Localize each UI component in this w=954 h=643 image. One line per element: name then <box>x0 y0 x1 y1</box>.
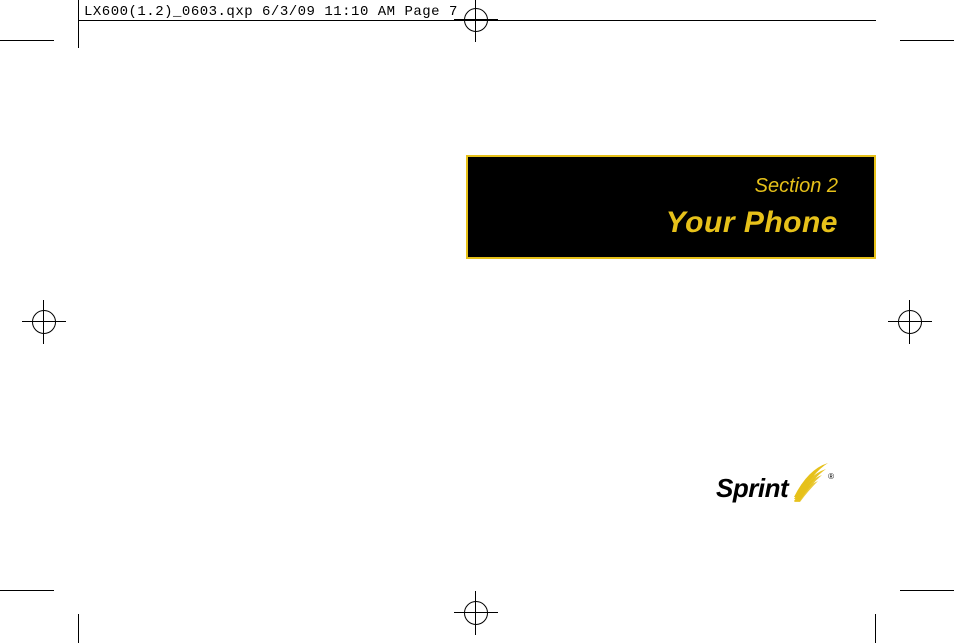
sprint-logo: Sprint ® <box>716 460 846 516</box>
crop-mark <box>0 40 54 41</box>
sprint-wordmark: Sprint <box>716 473 788 504</box>
document-slug: LX600(1.2)_0603.qxp 6/3/09 11:10 AM Page… <box>84 4 458 20</box>
crop-mark <box>78 614 79 643</box>
section-label: Section 2 <box>484 175 838 198</box>
registration-mark-icon <box>454 0 498 42</box>
crop-mark <box>0 590 54 591</box>
registered-trademark: ® <box>828 472 834 481</box>
section-banner: Section 2 Your Phone <box>466 155 876 259</box>
section-title: Your Phone <box>484 206 838 240</box>
registration-mark-icon <box>888 300 932 344</box>
crop-mark <box>900 590 954 591</box>
crop-mark <box>78 0 79 48</box>
registration-mark-icon <box>454 591 498 635</box>
sprint-wing-icon <box>790 459 830 503</box>
crop-mark <box>900 40 954 41</box>
registration-mark-icon <box>22 300 66 344</box>
crop-mark <box>875 614 876 643</box>
